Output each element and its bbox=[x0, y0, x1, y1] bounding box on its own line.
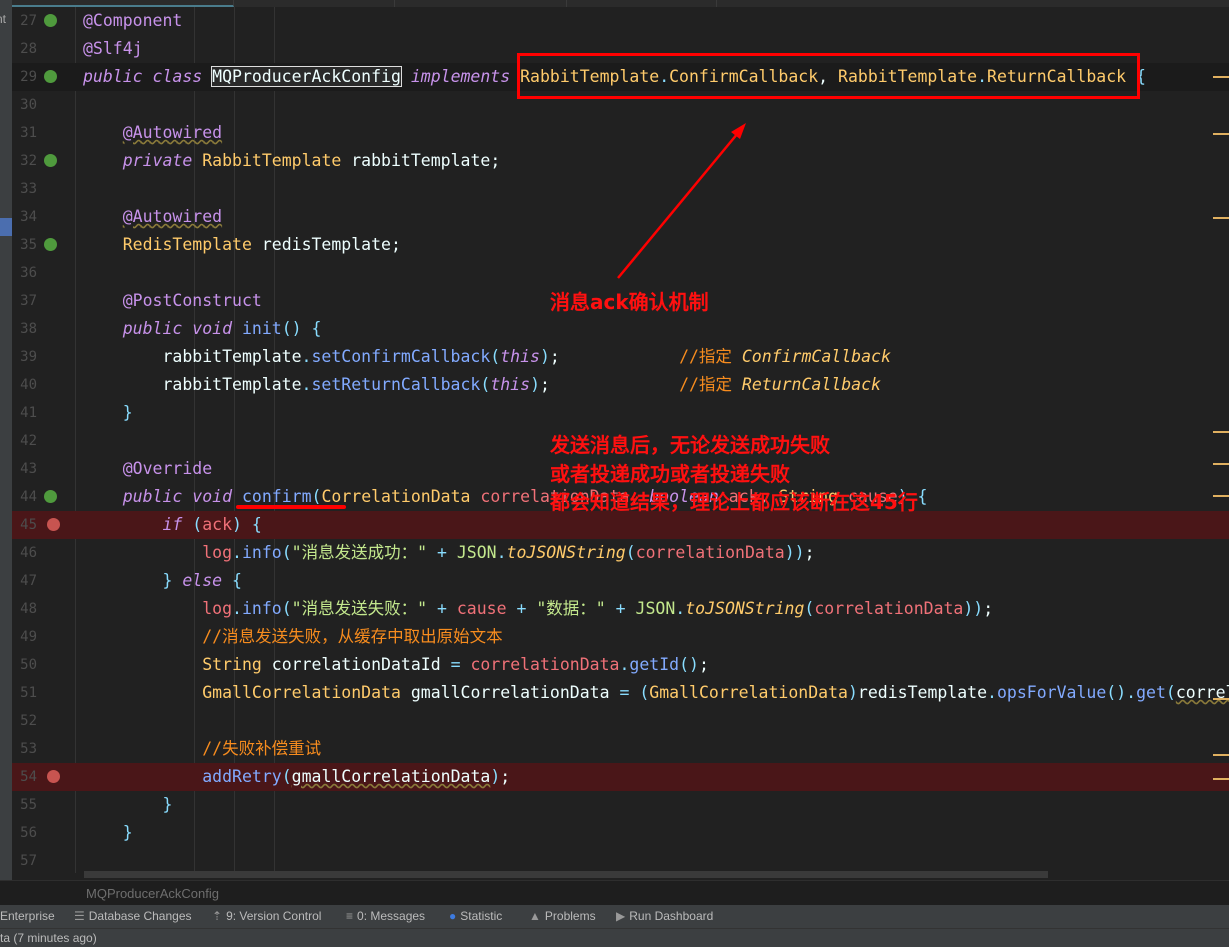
error-stripe-mark[interactable] bbox=[1213, 495, 1229, 497]
annotation-ack-note: 消息ack确认机制 bbox=[550, 290, 709, 314]
annotation-confirm-note-1: 发送消息后，无论发送成功失败 bbox=[550, 433, 830, 457]
error-stripe-mark[interactable] bbox=[1213, 76, 1229, 78]
annotation-confirm-note-3: 都会知道结果，理论上都应该断在这45行 bbox=[550, 490, 918, 514]
arrow-line bbox=[617, 132, 739, 279]
error-stripe-mark[interactable] bbox=[1213, 754, 1229, 756]
error-stripe-mark[interactable] bbox=[1213, 778, 1229, 780]
error-stripe-mark[interactable] bbox=[1213, 431, 1229, 433]
error-stripe-mark[interactable] bbox=[1213, 133, 1229, 135]
error-stripe-mark[interactable] bbox=[1213, 698, 1229, 700]
annotation-confirm-note-2: 或者投递成功或者投递失败 bbox=[550, 462, 790, 486]
annotation-underline bbox=[236, 505, 346, 509]
error-stripe-mark[interactable] bbox=[1213, 463, 1229, 465]
error-stripe-mark[interactable] bbox=[1213, 217, 1229, 219]
arrow-head bbox=[731, 123, 746, 139]
